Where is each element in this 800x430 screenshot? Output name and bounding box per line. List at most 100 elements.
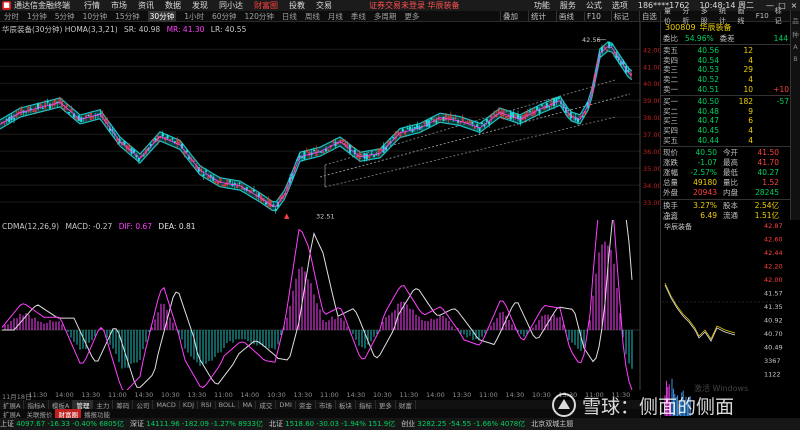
quote-tab-4[interactable]: 画线: [734, 6, 752, 26]
candle-body: [123, 140, 126, 145]
indicator-tab-18[interactable]: 更多: [376, 400, 396, 409]
extension-tab-3[interactable]: 播报功能: [81, 409, 113, 419]
side-strip-item[interactable]: A: [791, 43, 800, 51]
period-1[interactable]: 1分钟: [27, 11, 47, 22]
menu-item-6[interactable]: 财富圈: [254, 0, 278, 11]
indicator-tab-9[interactable]: RSI: [198, 400, 216, 409]
indicator-tab-8[interactable]: KDJ: [180, 400, 199, 409]
trade-notice[interactable]: 证券交易未登录 华辰装备: [369, 0, 460, 11]
indicator-tab-11[interactable]: MA: [239, 400, 257, 409]
mini-y-tick-label: 42.44: [764, 249, 783, 257]
period-0[interactable]: 分时: [4, 11, 19, 22]
index-segment[interactable]: 北证 1518.60 -30.03 -1.94% 151.9亿: [269, 419, 395, 429]
level-price: 40.48: [697, 106, 719, 116]
period-10[interactable]: 周线: [305, 11, 320, 22]
period-12[interactable]: 季线: [351, 11, 366, 22]
order-book-row[interactable]: 卖一 40.51 10 +10: [661, 84, 790, 94]
indicator-tab-19[interactable]: 财富: [396, 400, 416, 409]
y-tick-label: 36.00: [643, 148, 660, 156]
menu-item-3[interactable]: 数据: [165, 0, 181, 11]
indicator-tab-10[interactable]: BOLL: [216, 400, 240, 409]
period-13[interactable]: 多周期: [374, 11, 397, 22]
period-9[interactable]: 日线: [282, 11, 297, 22]
time-tick: 10:30: [532, 391, 551, 399]
indicator-tab-13[interactable]: DMI: [276, 400, 296, 409]
menu-service[interactable]: 服务: [560, 0, 576, 11]
extension-tab-1[interactable]: 关联报价: [23, 409, 55, 419]
order-book-row[interactable]: 买五 40.44 4: [661, 135, 790, 145]
index-value: 4097.67: [14, 420, 46, 428]
level-change: -57: [776, 97, 789, 107]
period-11[interactable]: 月线: [328, 11, 343, 22]
level-label: 卖一: [663, 84, 678, 94]
period-14[interactable]: 更多: [404, 11, 419, 22]
indicator-tab-14[interactable]: 资金: [296, 400, 316, 409]
candle-body: [480, 122, 484, 124]
indicator-tab-16[interactable]: 板块: [336, 400, 356, 409]
candle-body: [392, 136, 395, 139]
y-tick-label: 39.00: [643, 97, 660, 105]
candle-body: [46, 101, 49, 103]
chart-tool-4[interactable]: 标记: [610, 11, 631, 22]
index-segment[interactable]: 深证 14111.96 -182.09 -1.27% 8933亿: [130, 419, 263, 429]
menu-item-8[interactable]: 交易: [316, 0, 332, 11]
extension-tab-2[interactable]: 财富圈: [55, 408, 81, 419]
menu-item-2[interactable]: 资讯: [138, 0, 154, 11]
menu-item-5[interactable]: 同小达: [219, 0, 243, 11]
indicator-tab-6[interactable]: 公司: [133, 400, 154, 409]
menu-item-1[interactable]: 市场: [111, 0, 127, 11]
high-price-label: 42.56: [582, 36, 601, 44]
indicator-tab-17[interactable]: 指标: [356, 400, 376, 409]
indicator-tab-5[interactable]: 筹码: [113, 400, 134, 409]
quote-tab-5[interactable]: F10: [753, 12, 772, 20]
menu-formula[interactable]: 公式: [586, 0, 602, 11]
period-8[interactable]: 120分钟: [245, 11, 274, 22]
indicator-tab-15[interactable]: 市场: [316, 400, 336, 409]
menu-options[interactable]: 选项: [612, 0, 628, 11]
index-segment[interactable]: 上证 4097.67 -16.33 -0.40% 6805亿: [0, 419, 124, 429]
menu-item-4[interactable]: 发现: [192, 0, 208, 11]
mini-title: 华辰装备: [664, 223, 692, 231]
side-strip-item[interactable]: 品: [791, 15, 800, 25]
chart-tool-2[interactable]: 画线: [556, 11, 576, 22]
time-tick: 11:30: [28, 391, 48, 399]
indicator-tab-7[interactable]: MACD: [153, 400, 180, 409]
candle-body: [540, 104, 544, 106]
indicator-name[interactable]: HOMA(3,3,21): [65, 25, 118, 34]
menu-item-7[interactable]: 投教: [289, 0, 305, 11]
period-7[interactable]: 60分钟: [212, 11, 237, 22]
candlestick-chart[interactable]: 42.00 41.00 40.00 39.00 38.00 37.00 36.00 35.00…: [0, 22, 660, 220]
chart-tool-3[interactable]: F10: [584, 12, 603, 21]
period-6[interactable]: 1小时: [184, 11, 204, 22]
index-segment[interactable]: 北京双城主题: [531, 419, 573, 429]
period-2[interactable]: 5分钟: [55, 11, 75, 22]
stat-row: 换手 3.27% 股本 2.54亿: [661, 201, 790, 211]
candle-body: [471, 122, 474, 125]
side-strip[interactable]: 品种AB: [790, 11, 800, 220]
period-3[interactable]: 10分钟: [83, 11, 108, 22]
menu-func[interactable]: 功能: [534, 0, 550, 11]
extension-tab-0[interactable]: 扩展A: [0, 409, 23, 419]
macd-chart[interactable]: [0, 220, 660, 390]
stock-name: 华辰装备: [699, 23, 732, 32]
menu-item-0[interactable]: 行情: [84, 0, 100, 11]
channel-line: [319, 93, 631, 178]
app-name: 通达信金融终端: [14, 1, 70, 10]
side-strip-item[interactable]: B: [791, 55, 800, 63]
side-strip-item[interactable]: 种: [791, 29, 800, 39]
sr-value: SR: 40.98: [124, 25, 161, 34]
candle-body: [41, 107, 44, 109]
period-4[interactable]: 15分钟: [115, 11, 140, 22]
indicator-tab-12[interactable]: 成交: [256, 400, 277, 409]
ratio-value: 54.96%: [685, 33, 714, 43]
level-qty: 12: [743, 46, 753, 56]
mini-y-tick-label: 41.57: [764, 290, 783, 298]
chart-tool-5[interactable]: 自选: [638, 11, 659, 22]
chart-tool-0[interactable]: 叠加: [500, 11, 520, 22]
index-segment[interactable]: 创业 3282.25 -54.55 -1.66% 4078亿: [401, 419, 525, 429]
stat-label: 外盘: [663, 188, 678, 198]
period-5[interactable]: 30分钟: [147, 10, 177, 22]
chart-tool-1[interactable]: 统计: [528, 11, 548, 22]
macd-indicator-name[interactable]: CDMA(12,26,9): [2, 222, 59, 231]
quote-tab-6[interactable]: 标记: [772, 6, 790, 26]
